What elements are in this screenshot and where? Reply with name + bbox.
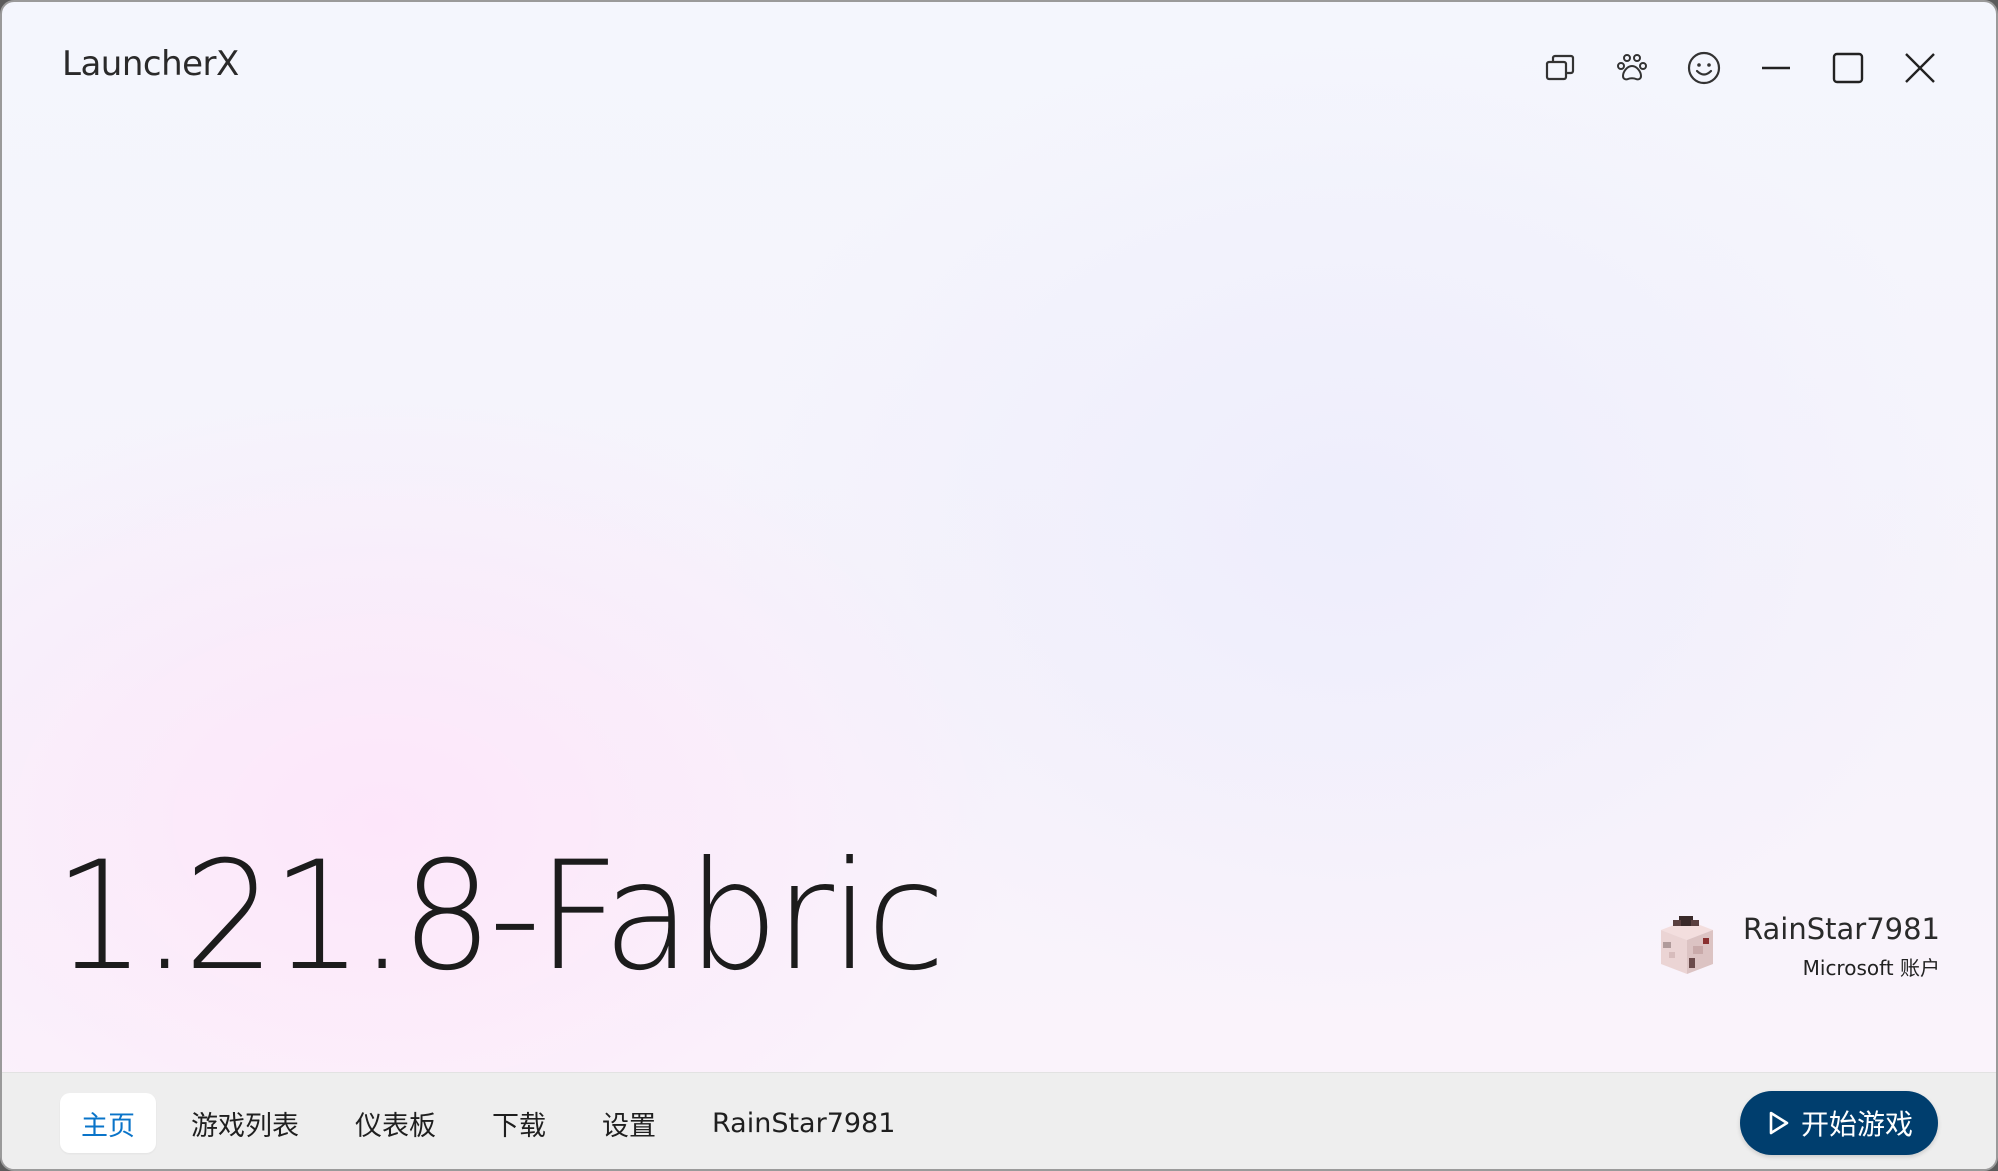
feedback-button[interactable]: [1668, 38, 1740, 98]
start-game-label: 开始游戏: [1800, 1108, 1913, 1141]
account-info: RainStar7981 Microsoft 账户: [1743, 912, 1940, 981]
title-bar[interactable]: LauncherX: [2, 2, 1996, 132]
minimize-button[interactable]: [1740, 38, 1812, 98]
paw-icon: [1614, 50, 1650, 86]
maximize-button[interactable]: [1812, 38, 1884, 98]
bottom-nav-bar: 主页 游戏列表 仪表板 下载 设置 RainStar7981 开始游戏: [2, 1072, 1996, 1169]
launcher-window: LauncherX 1.21.8-Fabric RainStar7981 Mic…: [0, 0, 1998, 1171]
multi-window-button[interactable]: [1524, 38, 1596, 98]
multi-window-icon: [1542, 50, 1578, 86]
account-name: RainStar7981: [1743, 911, 1940, 946]
smiley-icon: [1686, 50, 1722, 86]
tab-account[interactable]: RainStar7981: [691, 1093, 916, 1153]
maximize-icon: [1830, 50, 1866, 86]
minimize-icon: [1758, 50, 1794, 86]
close-icon: [1902, 50, 1938, 86]
account-card[interactable]: RainStar7981 Microsoft 账户: [1649, 908, 1940, 984]
tab-download[interactable]: 下载: [471, 1093, 567, 1153]
close-button[interactable]: [1884, 38, 1956, 98]
paw-button[interactable]: [1596, 38, 1668, 98]
player-skin-avatar: [1649, 908, 1725, 984]
nav-tabs: 主页 游戏列表 仪表板 下载 设置 RainStar7981: [60, 1093, 930, 1153]
start-game-button[interactable]: 开始游戏: [1740, 1091, 1938, 1155]
title-bar-actions: [1524, 38, 1956, 98]
tab-dashboard[interactable]: 仪表板: [334, 1093, 457, 1153]
account-type: Microsoft 账户: [1802, 955, 1940, 980]
tab-game-list[interactable]: 游戏列表: [170, 1093, 320, 1153]
selected-version-title: 1.21.8-Fabric: [54, 830, 946, 1004]
tab-settings[interactable]: 设置: [581, 1093, 677, 1153]
play-icon: [1765, 1110, 1791, 1136]
tab-home[interactable]: 主页: [60, 1093, 156, 1153]
app-title: LauncherX: [62, 44, 239, 84]
